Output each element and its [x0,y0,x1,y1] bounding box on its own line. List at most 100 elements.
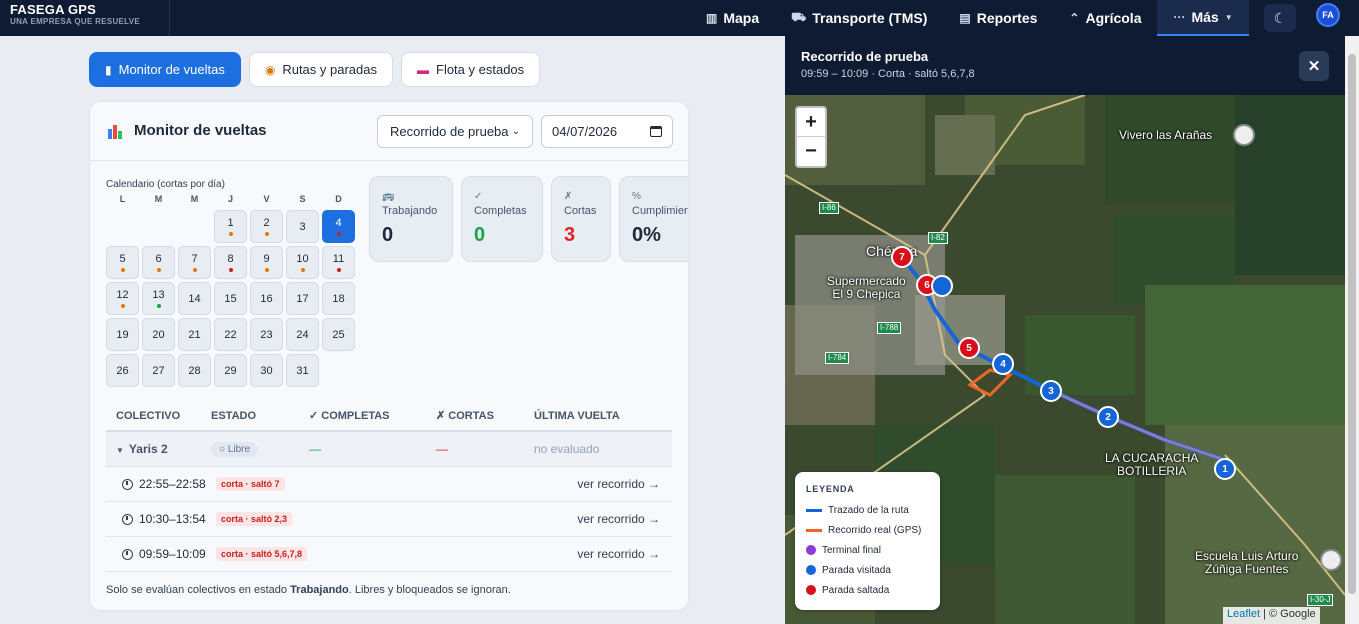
calendar-day-number: 1 [227,217,234,229]
section-tabs: ▮ Monitor de vueltas ◉ Rutas y paradas ▬ Fl… [89,52,541,87]
calendar-day-21[interactable]: 21 [178,318,211,351]
calendar-day-31[interactable]: 31 [286,354,319,387]
calendar-day-12[interactable]: 12 [106,282,139,315]
calendar-day-19[interactable]: 19 [106,318,139,351]
calendar-day-9[interactable]: 9 [250,246,283,279]
tab-rutas-paradas[interactable]: ◉ Rutas y paradas [248,52,393,87]
view-route-link[interactable]: ver recorrido → [577,512,672,526]
calendar-day-dot [120,268,125,272]
caret-down-icon: ▼ [116,446,124,455]
stop-marker-3[interactable]: 3 [1040,380,1062,402]
nav-item-mapa[interactable]: ▥ Mapa [690,0,775,36]
stat-value: 0 [382,224,394,246]
status-badge-text: Libre [227,444,251,455]
calendar-day-29[interactable]: 29 [214,354,247,387]
stat-label-text: Cortas [564,205,597,217]
stat-label-text: Completas [474,205,527,217]
calendar-day-26[interactable]: 26 [106,354,139,387]
table-row[interactable]: 10:30–13:54 corta · saltó 2,3 ver recorrid… [106,502,672,537]
leaflet-link[interactable]: Leaflet [1227,608,1260,620]
calendar-day-30[interactable]: 30 [250,354,283,387]
route-select[interactable]: Recorrido de prueba ⌄ [377,115,533,148]
stat-value: 0 [474,224,486,246]
calendar-day-16[interactable]: 16 [250,282,283,315]
brand[interactable]: FASEGA GPS UNA EMPRESA QUE RESUELVE [0,0,170,36]
circle-icon: ○ [219,444,226,455]
footnote-pre: Solo se evalúan colectivos en estado [106,584,291,596]
calendar-day-dot [300,268,305,272]
close-icon: ✕ [1307,58,1321,75]
scrollbar[interactable] [1345,36,1359,624]
calendar-day-25[interactable]: 25 [322,318,355,351]
scrollbar-thumb[interactable] [1348,54,1356,594]
calendar-day-23[interactable]: 23 [250,318,283,351]
cortas-value: — [436,442,448,456]
group-name: Yaris 2 [128,442,168,456]
school-pin-icon[interactable] [1320,549,1342,571]
zoom-in-button[interactable]: + [797,108,825,137]
calendar-day-20[interactable]: 20 [142,318,175,351]
weekday-label: D [335,194,342,204]
calendar-day-number: 11 [332,253,345,265]
col-colectivo: COLECTIVO [116,409,181,422]
tab-flota-estados[interactable]: ▬ Flota y estados [401,52,541,87]
legend-label: Terminal final [822,544,881,556]
stop-marker-4[interactable]: 4 [992,353,1014,375]
percent-icon: % [632,191,641,202]
status-badge: corta · saltó 2,3 [216,512,293,526]
legend-dot-swatch [806,585,816,595]
stop-marker-2[interactable]: 2 [1097,406,1119,428]
calendar-day-3[interactable]: 3 [286,210,319,243]
close-button[interactable]: ✕ [1299,51,1329,81]
stop-marker-1[interactable]: 1 [1214,458,1236,480]
calendar-day-number: 31 [296,364,309,377]
map-attribution: Leaflet | © Google [1223,607,1320,624]
calendar-day-5[interactable]: 5 [106,246,139,279]
agriculture-icon: ⌃ [1069,11,1080,25]
calendar-day-10[interactable]: 10 [286,246,319,279]
nav-item-agricola[interactable]: ⌃ Agrícola [1053,0,1157,36]
table-row[interactable]: 09:59–10:09 corta · saltó 5,6,7,8 ver reco… [106,537,672,572]
calendar-day-8[interactable]: 8 [214,246,247,279]
calendar-day-7[interactable]: 7 [178,246,211,279]
vueltas-table: COLECTIVO ESTADO ✓ COMPLETAS ✗ CORTAS ÚL… [106,401,672,572]
calendar-day-6[interactable]: 6 [142,246,175,279]
calendar-day-1[interactable]: 1 [214,210,247,243]
table-group-row[interactable]: ▼ Yaris 2 ○ Libre — — no evaluado [106,432,672,467]
map[interactable]: + − Chépica Supermercado El 9 Chepica Vi… [785,95,1345,624]
avatar[interactable]: FA [1316,3,1340,27]
nav-item-transporte[interactable]: ⛟ Transporte (TMS) [775,0,943,36]
calendar-day-4[interactable]: 4 [322,210,355,243]
calendar-day-number: 27 [152,364,165,377]
view-route-link[interactable]: ver recorrido → [577,477,672,491]
nav-item-reportes[interactable]: ▤ Reportes [943,0,1053,36]
calendar-day-13[interactable]: 13 [142,282,175,315]
calendar-day-28[interactable]: 28 [178,354,211,387]
table-row[interactable]: 22:55–22:58 corta · saltó 7 ver recorrido … [106,467,672,502]
calendar-day-22[interactable]: 22 [214,318,247,351]
calendar-day-14[interactable]: 14 [178,282,211,315]
calendar-weekdays: LMMJVSD [106,194,356,204]
nav-item-mas[interactable]: ··· Más ▼ [1157,0,1249,36]
calendar-day-27[interactable]: 27 [142,354,175,387]
calendar-day-17[interactable]: 17 [286,282,319,315]
calendar-day-2[interactable]: 2 [250,210,283,243]
stop-marker-terminal[interactable] [931,275,953,297]
theme-toggle-button[interactable]: ☾ [1264,4,1296,32]
calendar-day-number: 18 [332,292,345,305]
calendar-day-24[interactable]: 24 [286,318,319,351]
stop-marker-5[interactable]: 5 [958,337,980,359]
date-input[interactable]: 04/07/2026 [541,115,673,148]
card-header: Monitor de vueltas Recorrido de prueba ⌄ … [90,102,688,161]
tab-monitor-vueltas[interactable]: ▮ Monitor de vueltas [89,52,241,87]
zoom-out-button[interactable]: − [797,137,825,166]
view-route-link[interactable]: ver recorrido → [577,547,672,561]
calendar-day-11[interactable]: 11 [322,246,355,279]
calendar-day-number: 3 [299,220,306,233]
clock-icon [122,514,133,525]
stop-marker-7[interactable]: 7 [891,246,913,268]
place-pin-icon[interactable] [1233,124,1255,146]
calendar-day-18[interactable]: 18 [322,282,355,315]
weekday-label: V [263,194,270,204]
calendar-day-15[interactable]: 15 [214,282,247,315]
